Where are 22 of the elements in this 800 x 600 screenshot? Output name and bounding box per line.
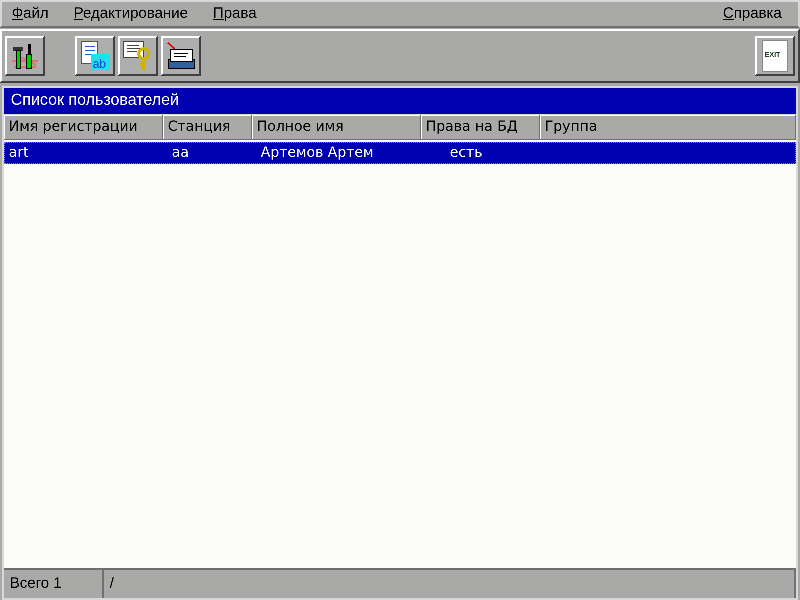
rights-button[interactable]: [118, 36, 158, 76]
table-cell: есть: [450, 144, 483, 160]
menu-item[interactable]: Редактирование: [74, 2, 188, 26]
column-header[interactable]: Группа: [540, 115, 796, 140]
menu-item[interactable]: Права: [213, 2, 257, 26]
table-cell: aa: [172, 144, 190, 160]
tools-button[interactable]: [5, 36, 45, 76]
table-cell: art: [9, 144, 29, 160]
column-header[interactable]: Полное имя: [252, 115, 421, 140]
tools-icon: [10, 41, 40, 71]
status-field: /: [104, 570, 796, 598]
column-header[interactable]: Станция: [163, 115, 252, 140]
table-cell: Артемов Артем: [261, 144, 374, 160]
card-file-icon: [165, 40, 197, 72]
table-row[interactable]: art aa Артемов Артем есть: [4, 142, 796, 164]
status-field: Всего 1: [4, 570, 104, 598]
menu-item[interactable]: Справка: [723, 2, 782, 26]
column-header[interactable]: Права на БД: [421, 115, 540, 140]
column-header[interactable]: Имя регистрации: [4, 115, 163, 140]
menu-item[interactable]: Файл: [12, 2, 49, 26]
panel-title: Список пользователей: [4, 88, 796, 114]
cards-button[interactable]: [161, 36, 201, 76]
